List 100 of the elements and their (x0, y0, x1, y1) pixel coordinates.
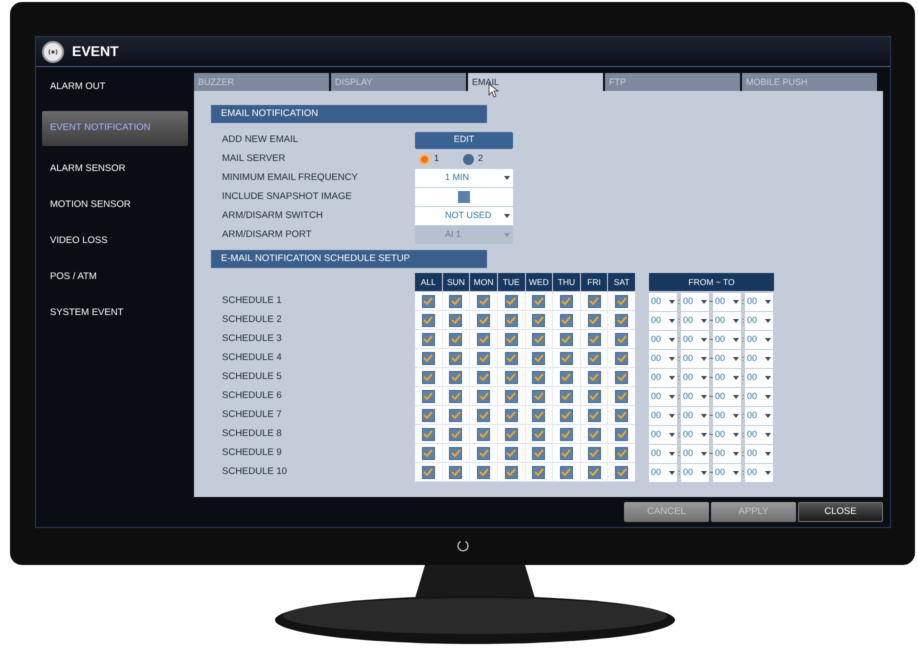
checkbox[interactable] (588, 294, 601, 308)
checkbox[interactable] (477, 408, 490, 422)
checkbox[interactable] (449, 314, 462, 326)
checkbox[interactable] (449, 352, 462, 364)
checkbox[interactable] (560, 314, 573, 326)
checkbox[interactable] (449, 428, 462, 440)
time-dropdown[interactable]: 00 (649, 312, 677, 330)
checkbox[interactable] (532, 370, 546, 384)
time-dropdown[interactable]: 00 (745, 464, 773, 482)
checkbox[interactable] (615, 294, 628, 308)
checkbox[interactable] (504, 332, 518, 346)
time-dropdown[interactable]: 00 (713, 426, 741, 444)
time-dropdown[interactable]: 00 (681, 388, 709, 406)
checkbox[interactable] (504, 294, 518, 308)
sidebar-item[interactable]: ALARM OUT (42, 75, 188, 100)
checkbox[interactable] (532, 314, 546, 326)
checkbox[interactable] (504, 390, 518, 402)
sidebar-item[interactable]: POS / ATM (42, 265, 188, 290)
sidebar-item[interactable]: ALARM SENSOR (42, 157, 188, 182)
checkbox[interactable] (560, 370, 573, 384)
checkbox[interactable] (449, 294, 462, 308)
checkbox[interactable] (532, 352, 546, 364)
checkbox[interactable] (422, 370, 435, 384)
time-dropdown[interactable]: 00 (681, 464, 709, 482)
time-dropdown[interactable]: 00 (713, 312, 741, 330)
checkbox[interactable] (560, 390, 573, 402)
checkbox[interactable] (504, 314, 518, 326)
checkbox[interactable] (477, 370, 490, 384)
checkbox[interactable] (477, 314, 490, 326)
checkbox[interactable] (422, 428, 435, 440)
time-dropdown[interactable]: 00 (681, 444, 709, 462)
checkbox[interactable] (504, 446, 518, 460)
time-dropdown[interactable]: 00 (681, 406, 709, 424)
checkbox[interactable] (477, 352, 490, 364)
checkbox[interactable] (449, 466, 462, 478)
checkbox[interactable] (422, 390, 435, 402)
checkbox[interactable] (532, 428, 546, 440)
checkbox[interactable] (422, 466, 435, 478)
checkbox[interactable] (560, 408, 573, 422)
time-dropdown[interactable]: 00 (745, 388, 773, 406)
time-dropdown[interactable]: 00 (713, 330, 741, 348)
checkbox[interactable] (615, 352, 628, 364)
checkbox[interactable] (504, 352, 518, 364)
sidebar-item[interactable]: EVENT NOTIFICATION (42, 111, 188, 146)
checkbox[interactable] (588, 428, 601, 440)
time-dropdown[interactable]: 00 (681, 292, 709, 310)
checkbox[interactable] (588, 332, 601, 346)
checkbox[interactable] (422, 294, 435, 308)
checkbox[interactable] (560, 428, 573, 440)
time-dropdown[interactable]: 00 (649, 388, 677, 406)
checkbox[interactable] (615, 314, 628, 326)
time-dropdown[interactable]: 00 (745, 444, 773, 462)
tab[interactable]: EMAIL (468, 73, 603, 91)
time-dropdown[interactable]: 00 (745, 350, 773, 368)
time-dropdown[interactable]: 00 (681, 350, 709, 368)
checkbox[interactable] (532, 446, 546, 460)
checkbox[interactable] (588, 370, 601, 384)
time-dropdown[interactable]: 00 (681, 330, 709, 348)
checkbox[interactable] (449, 390, 462, 402)
time-dropdown[interactable]: 00 (649, 350, 677, 368)
checkbox[interactable] (615, 332, 628, 346)
checkbox[interactable] (422, 446, 435, 460)
time-dropdown[interactable]: 00 (681, 368, 709, 386)
time-dropdown[interactable]: 00 (649, 464, 677, 482)
checkbox[interactable] (615, 408, 628, 422)
time-dropdown[interactable]: 00 (745, 292, 773, 310)
time-dropdown[interactable]: 00 (745, 330, 773, 348)
checkbox[interactable] (560, 332, 573, 346)
time-dropdown[interactable]: 00 (713, 368, 741, 386)
checkbox[interactable] (615, 390, 628, 402)
checkbox[interactable] (477, 428, 490, 440)
checkbox[interactable] (449, 370, 462, 384)
checkbox[interactable] (422, 332, 435, 346)
time-dropdown[interactable]: 00 (649, 444, 677, 462)
time-dropdown[interactable]: 00 (745, 368, 773, 386)
time-dropdown[interactable]: 00 (713, 444, 741, 462)
time-dropdown[interactable]: 00 (745, 312, 773, 330)
dialog-button[interactable]: CLOSE (798, 502, 883, 522)
checkbox[interactable] (532, 332, 546, 346)
checkbox[interactable] (588, 390, 601, 402)
checkbox[interactable] (532, 466, 546, 478)
time-dropdown[interactable]: 00 (649, 368, 677, 386)
checkbox[interactable] (588, 446, 601, 460)
time-dropdown[interactable]: 00 (649, 426, 677, 444)
time-dropdown[interactable]: 00 (713, 350, 741, 368)
checkbox[interactable] (477, 466, 490, 478)
checkbox[interactable] (532, 294, 546, 308)
checkbox[interactable] (532, 390, 546, 402)
edit-button[interactable]: EDIT (415, 132, 513, 148)
time-dropdown[interactable]: 00 (681, 426, 709, 444)
checkbox[interactable] (477, 294, 490, 308)
checkbox[interactable] (422, 408, 435, 422)
time-dropdown[interactable]: 00 (713, 464, 741, 482)
checkbox[interactable] (560, 352, 573, 364)
checkbox[interactable] (504, 466, 518, 478)
checkbox[interactable] (449, 446, 462, 460)
checkbox[interactable] (560, 466, 573, 478)
time-dropdown[interactable]: 00 (713, 388, 741, 406)
checkbox[interactable] (615, 466, 628, 478)
time-dropdown[interactable]: 00 (713, 292, 741, 310)
